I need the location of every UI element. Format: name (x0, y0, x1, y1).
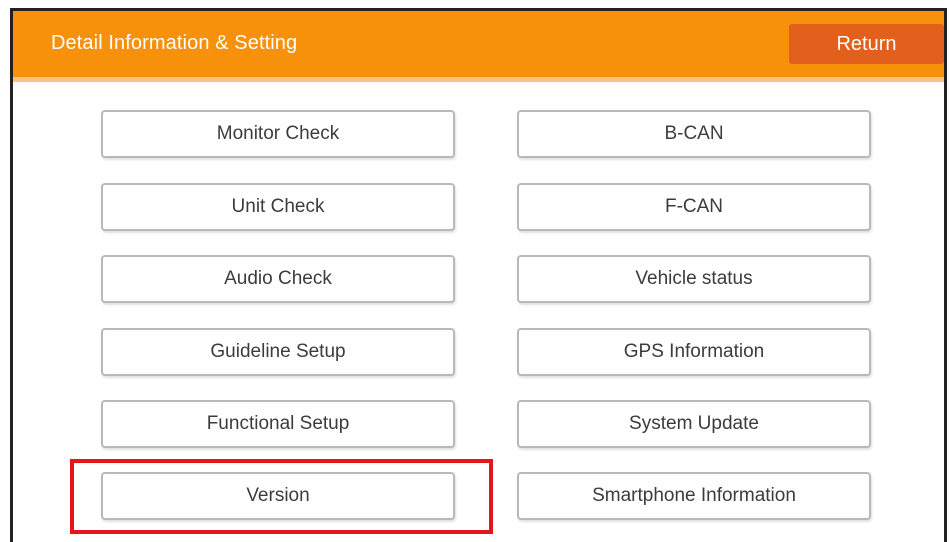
f-can-button[interactable]: F-CAN (517, 183, 871, 231)
monitor-check-button[interactable]: Monitor Check (101, 110, 455, 158)
gps-information-button[interactable]: GPS Information (517, 328, 871, 376)
guideline-setup-button[interactable]: Guideline Setup (101, 328, 455, 376)
header-bar: Detail Information & Setting Return (13, 11, 944, 82)
functional-setup-button[interactable]: Functional Setup (101, 400, 455, 448)
audio-check-button[interactable]: Audio Check (101, 255, 455, 303)
smartphone-information-button[interactable]: Smartphone Information (517, 472, 871, 520)
system-update-button[interactable]: System Update (517, 400, 871, 448)
vehicle-status-button[interactable]: Vehicle status (517, 255, 871, 303)
settings-screen: Detail Information & Setting Return Moni… (10, 8, 947, 542)
b-can-button[interactable]: B-CAN (517, 110, 871, 158)
page-title: Detail Information & Setting (51, 32, 298, 54)
return-button[interactable]: Return (789, 24, 944, 64)
unit-check-button[interactable]: Unit Check (101, 183, 455, 231)
version-button[interactable]: Version (101, 472, 455, 520)
